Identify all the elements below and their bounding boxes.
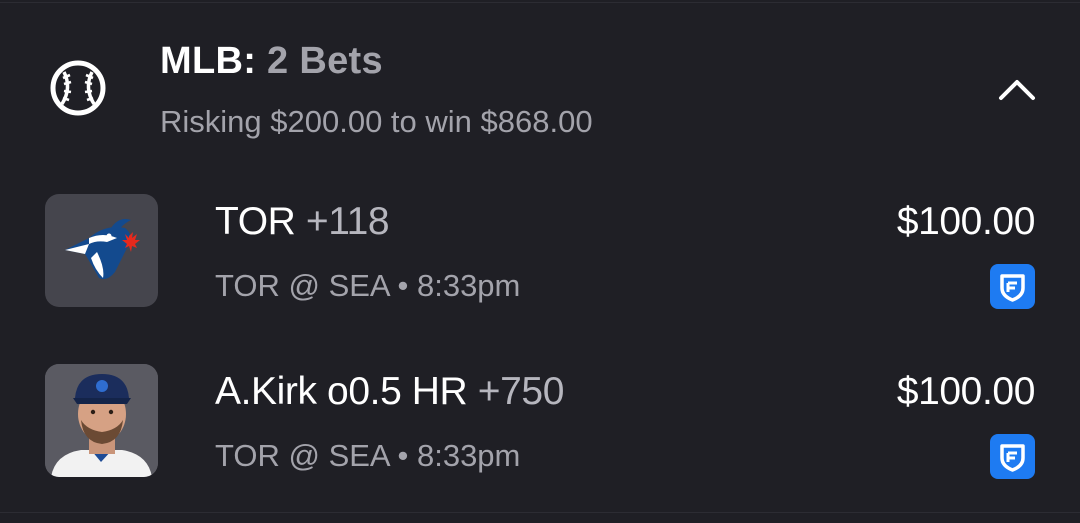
sportsbook-shield-icon bbox=[990, 264, 1035, 309]
bet-pick: TOR +118 bbox=[215, 200, 390, 244]
bet-matchup: TOR @ SEA • 8:33pm bbox=[215, 268, 521, 303]
bet-selection: A.Kirk o0.5 HR bbox=[215, 370, 468, 413]
baseball-icon bbox=[50, 60, 106, 116]
bets-title: MLB: 2 Bets bbox=[160, 40, 383, 83]
bet-row[interactable]: A.Kirk o0.5 HR +750 TOR @ SEA • 8:33pm $… bbox=[0, 364, 1080, 479]
bet-pick: A.Kirk o0.5 HR +750 bbox=[215, 370, 564, 414]
league-label: MLB: bbox=[160, 40, 257, 82]
bet-count: 2 Bets bbox=[267, 40, 383, 82]
blue-jays-logo bbox=[45, 194, 158, 307]
divider-top bbox=[0, 2, 1080, 3]
bet-row[interactable]: TOR +118 TOR @ SEA • 8:33pm $100.00 bbox=[0, 194, 1080, 309]
risk-summary: Risking $200.00 to win $868.00 bbox=[160, 104, 593, 139]
bet-odds: +750 bbox=[477, 370, 565, 413]
bet-selection: TOR bbox=[215, 200, 296, 243]
bet-odds: +118 bbox=[305, 200, 390, 243]
player-headshot bbox=[45, 364, 158, 477]
sportsbook-shield-icon bbox=[990, 434, 1035, 479]
bet-amount: $100.00 bbox=[896, 200, 1036, 243]
bet-amount: $100.00 bbox=[896, 370, 1036, 413]
chevron-up-icon bbox=[999, 80, 1035, 100]
bet-matchup: TOR @ SEA • 8:33pm bbox=[215, 438, 521, 473]
divider-bottom bbox=[0, 512, 1080, 513]
mlb-bets-card: MLB: 2 Bets Risking $200.00 to win $868.… bbox=[0, 0, 1080, 523]
collapse-button[interactable] bbox=[994, 70, 1040, 106]
